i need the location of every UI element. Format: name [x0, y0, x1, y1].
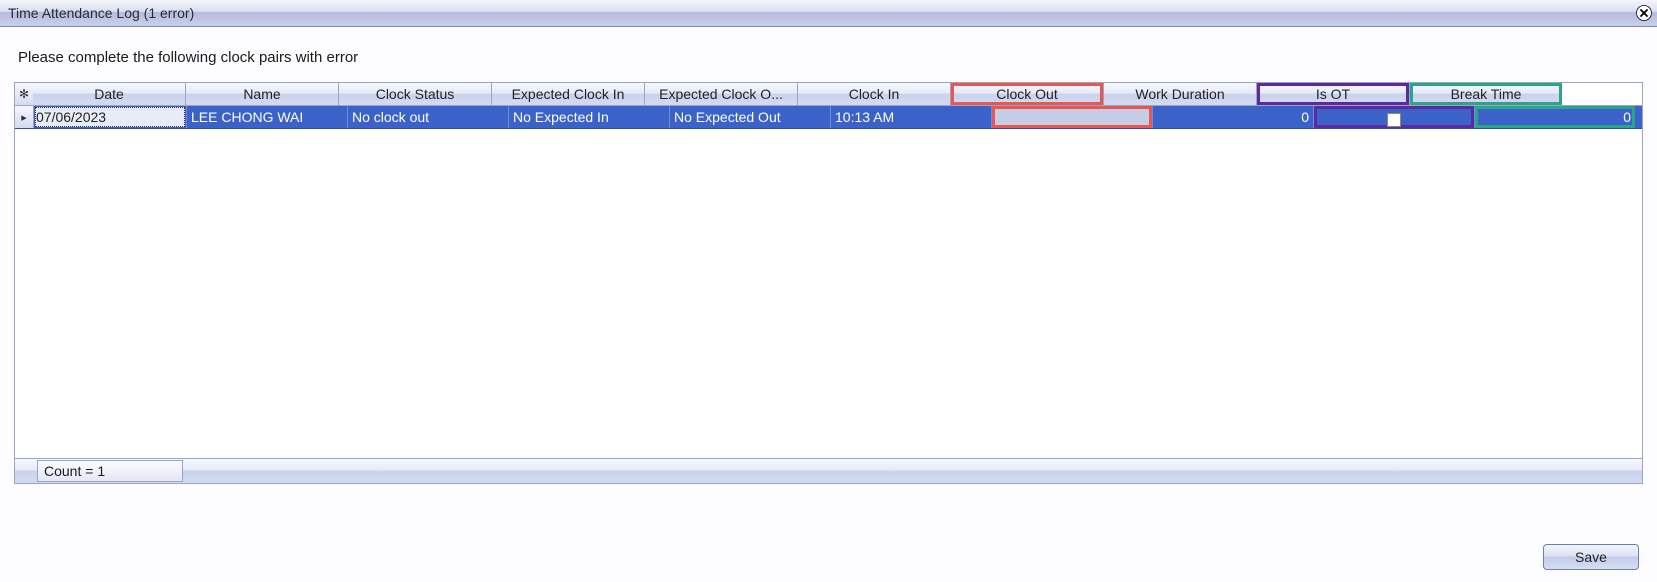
button-bar: Save: [1543, 544, 1639, 570]
cell-expected-clock-in: No Expected In: [509, 106, 670, 128]
close-button[interactable]: [1633, 2, 1655, 24]
cell-clock-status: No clock out: [348, 106, 509, 128]
col-expected-clock-out[interactable]: Expected Clock O...: [645, 83, 798, 105]
attendance-grid: ✻ Date Name Clock Status Expected Clock …: [14, 82, 1643, 484]
cell-name[interactable]: LEE CHONG WAI: [187, 106, 348, 128]
cell-expected-clock-out: No Expected Out: [670, 106, 831, 128]
cell-clock-in[interactable]: 10:13 AM: [831, 106, 992, 128]
grid-footer: Count = 1: [15, 458, 1642, 483]
grid-count: Count = 1: [37, 460, 183, 482]
close-icon: [1635, 4, 1653, 22]
cell-break-time[interactable]: 0: [1475, 106, 1635, 128]
col-clock-in[interactable]: Clock In: [798, 83, 951, 105]
col-work-duration[interactable]: Work Duration: [1104, 83, 1257, 105]
col-name[interactable]: Name: [186, 83, 339, 105]
is-ot-checkbox[interactable]: [1387, 113, 1401, 127]
col-is-ot[interactable]: Is OT: [1257, 83, 1410, 105]
cell-work-duration: 0: [1153, 106, 1314, 128]
titlebar: Time Attendance Log (1 error): [0, 0, 1657, 27]
grid-header: ✻ Date Name Clock Status Expected Clock …: [15, 83, 1642, 106]
save-button[interactable]: Save: [1543, 544, 1639, 570]
cell-is-ot[interactable]: [1314, 106, 1475, 128]
row-indicator: ▸: [15, 106, 34, 128]
grid-selector-header[interactable]: ✻: [15, 83, 33, 105]
col-break-time[interactable]: Break Time: [1410, 83, 1562, 105]
cell-clock-out[interactable]: [992, 106, 1153, 128]
col-expected-clock-in[interactable]: Expected Clock In: [492, 83, 645, 105]
col-clock-status[interactable]: Clock Status: [339, 83, 492, 105]
instruction-text: Please complete the following clock pair…: [0, 27, 1657, 76]
window-title: Time Attendance Log (1 error): [8, 5, 194, 21]
col-clock-out[interactable]: Clock Out: [951, 83, 1104, 105]
table-row[interactable]: ▸ 07/06/2023 LEE CHONG WAI No clock out …: [15, 106, 1642, 129]
col-date[interactable]: Date: [33, 83, 186, 105]
cell-date[interactable]: 07/06/2023: [35, 107, 185, 127]
